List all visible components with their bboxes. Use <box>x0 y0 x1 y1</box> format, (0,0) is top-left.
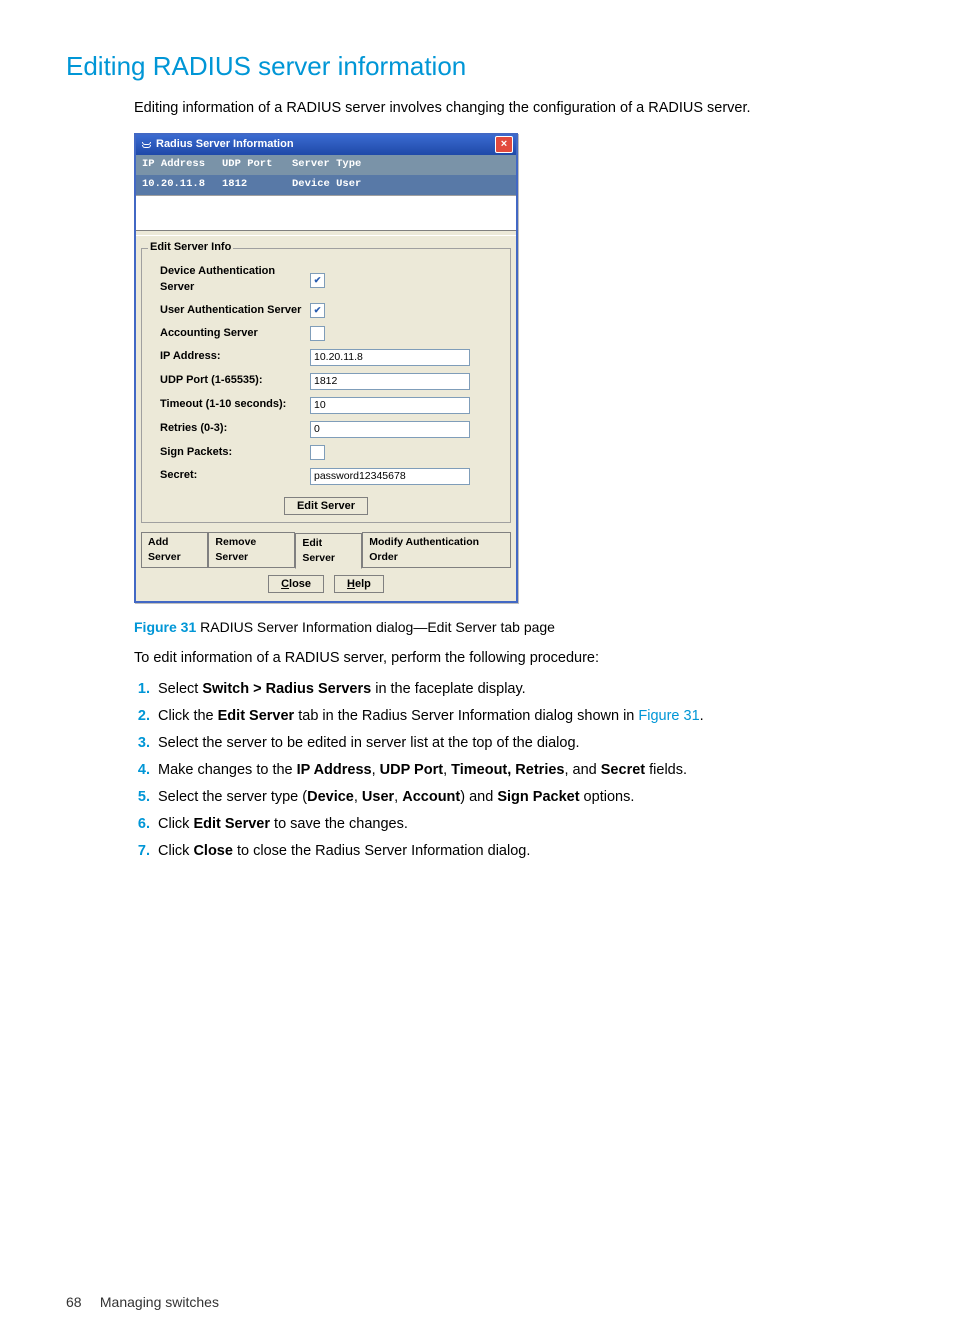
step-3: Select the server to be edited in server… <box>154 733 888 754</box>
page-footer: 68 Managing switches <box>0 1292 954 1342</box>
edit-server-info-fieldset: Edit Server Info Device Authentication S… <box>141 240 511 523</box>
fieldset-legend: Edit Server Info <box>148 240 233 256</box>
col-port: UDP Port <box>222 157 292 172</box>
figure-link[interactable]: Figure 31 <box>638 708 699 724</box>
checkbox-sign[interactable] <box>310 445 325 460</box>
tab-remove-server[interactable]: Remove Server <box>208 532 295 568</box>
tab-add-server[interactable]: Add Server <box>141 532 208 568</box>
dialog-tabs: Add Server Remove Server Edit Server Mod… <box>136 529 516 573</box>
step-4: Make changes to the IP Address, UDP Port… <box>154 760 888 781</box>
udp-input[interactable] <box>310 373 470 390</box>
close-button[interactable]: Close <box>268 575 324 593</box>
secret-input[interactable] <box>310 468 470 485</box>
edit-server-button-inner[interactable]: Edit Server <box>284 497 368 515</box>
row-port: 1812 <box>222 177 292 192</box>
server-list-body[interactable] <box>136 195 516 230</box>
procedure-intro: To edit information of a RADIUS server, … <box>134 648 888 669</box>
chapter-title: Managing switches <box>100 1294 219 1310</box>
checkbox-user-auth[interactable]: ✔ <box>310 303 325 318</box>
tab-modify-auth-order[interactable]: Modify Authentication Order <box>362 532 511 568</box>
step-5: Select the server type (Device, User, Ac… <box>154 787 888 808</box>
help-button[interactable]: Help <box>334 575 384 593</box>
step-2: Click the Edit Server tab in the Radius … <box>154 706 888 727</box>
tab-edit-server[interactable]: Edit Server <box>295 533 362 569</box>
radius-dialog: Radius Server Information × IP Address U… <box>134 133 518 604</box>
col-type: Server Type <box>292 157 510 172</box>
timeout-input[interactable] <box>310 397 470 414</box>
java-icon <box>140 139 152 151</box>
section-heading: Editing RADIUS server information <box>66 48 888 86</box>
row-ip: 10.20.11.8 <box>142 177 222 192</box>
label-user-auth: User Authentication Server <box>160 303 310 319</box>
checkbox-dev-auth[interactable]: ✔ <box>310 273 325 288</box>
label-secret: Secret: <box>160 468 310 484</box>
intro-text: Editing information of a RADIUS server i… <box>134 98 888 119</box>
label-timeout: Timeout (1-10 seconds): <box>160 397 310 413</box>
close-icon[interactable]: × <box>495 136 513 153</box>
server-list-row[interactable]: 10.20.11.8 1812 Device User <box>136 175 516 195</box>
figure-number: Figure 31 <box>134 619 196 635</box>
label-sign: Sign Packets: <box>160 445 310 461</box>
step-6: Click Edit Server to save the changes. <box>154 814 888 835</box>
dialog-title: Radius Server Information <box>156 137 294 153</box>
dialog-titlebar[interactable]: Radius Server Information × <box>136 135 516 155</box>
procedure-steps: Select Switch > Radius Servers in the fa… <box>134 679 888 862</box>
label-retries: Retries (0-3): <box>160 421 310 437</box>
step-1: Select Switch > Radius Servers in the fa… <box>154 679 888 700</box>
col-ip: IP Address <box>142 157 222 172</box>
ip-input[interactable] <box>310 349 470 366</box>
step-7: Click Close to close the Radius Server I… <box>154 841 888 862</box>
checkbox-acct[interactable] <box>310 326 325 341</box>
server-list-header: IP Address UDP Port Server Type <box>136 155 516 175</box>
page-number: 68 <box>66 1292 96 1312</box>
row-type: Device User <box>292 177 510 192</box>
label-udp: UDP Port (1-65535): <box>160 373 310 389</box>
figure-caption: Figure 31 RADIUS Server Information dial… <box>134 617 888 637</box>
label-acct: Accounting Server <box>160 326 310 342</box>
label-dev-auth: Device Authentication Server <box>160 264 310 296</box>
label-ip: IP Address: <box>160 349 310 365</box>
retries-input[interactable] <box>310 421 470 438</box>
